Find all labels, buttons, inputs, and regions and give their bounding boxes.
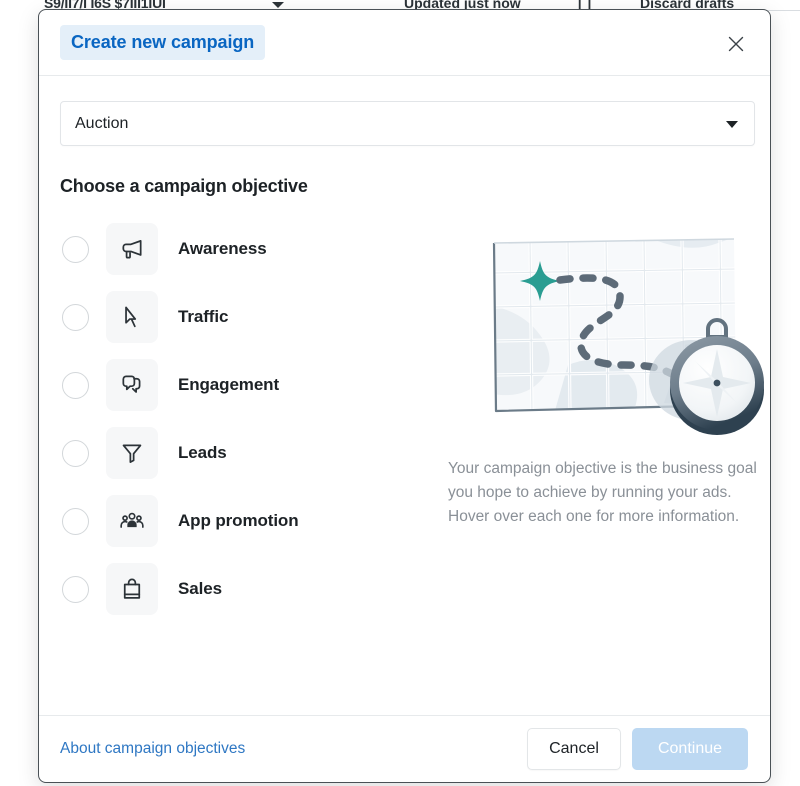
objective-help-text: Your campaign objective is the business …	[448, 460, 757, 525]
modal-header: Create new campaign	[39, 10, 770, 76]
objective-content: Awareness Traffic Engagement Leads App p…	[60, 215, 764, 623]
footer-actions: Cancel Continue	[527, 728, 748, 770]
objective-label: Engagement	[178, 375, 280, 394]
objective-row-app-promotion[interactable]: App promotion	[60, 487, 420, 555]
radio-leads[interactable]	[62, 439, 89, 467]
funnel-icon	[119, 440, 145, 466]
caret-down-icon	[272, 2, 284, 8]
section-title: Choose a campaign objective	[60, 176, 308, 196]
auction-select-value: Auction	[75, 114, 129, 132]
objective-list: Awareness Traffic Engagement Leads App p…	[60, 215, 420, 623]
objective-row-sales[interactable]: Sales	[60, 555, 420, 623]
chat-bubbles-icon-tile	[106, 359, 158, 411]
close-icon	[726, 34, 746, 54]
objective-label: Leads	[178, 443, 227, 462]
megaphone-icon-tile	[106, 223, 158, 275]
modal-footer: About campaign objectives Cancel Continu…	[39, 715, 770, 782]
chat-bubbles-icon	[119, 372, 145, 398]
objective-info-panel: Your campaign objective is the business …	[420, 215, 770, 623]
megaphone-icon	[119, 236, 145, 262]
cursor-icon	[119, 304, 145, 330]
objective-label: Awareness	[178, 239, 267, 258]
continue-button[interactable]: Continue	[632, 728, 748, 770]
about-campaign-objectives-link[interactable]: About campaign objectives	[60, 740, 245, 758]
cancel-button[interactable]: Cancel	[527, 728, 621, 770]
objective-row-engagement[interactable]: Engagement	[60, 351, 420, 419]
modal-title: Create new campaign	[60, 25, 266, 60]
map-with-compass-illustration	[446, 235, 770, 435]
people-icon	[119, 508, 145, 534]
radio-sales[interactable]	[62, 575, 89, 603]
auction-select-wrapper: Auction	[60, 101, 755, 146]
objective-row-traffic[interactable]: Traffic	[60, 283, 420, 351]
radio-awareness[interactable]	[62, 235, 89, 263]
auction-select[interactable]: Auction	[60, 101, 755, 146]
shopping-bag-icon-tile	[106, 563, 158, 615]
objective-label: App promotion	[178, 511, 299, 530]
radio-app-promotion[interactable]	[62, 507, 89, 535]
objective-label: Traffic	[178, 307, 229, 326]
create-campaign-modal: Create new campaign Auction Choose a cam…	[38, 9, 771, 783]
modal-body: Auction Choose a campaign objective Awar…	[39, 76, 770, 715]
objective-row-awareness[interactable]: Awareness	[60, 215, 420, 283]
radio-engagement[interactable]	[62, 371, 89, 399]
people-icon-tile	[106, 495, 158, 547]
radio-traffic[interactable]	[62, 303, 89, 331]
shopping-bag-icon	[119, 576, 145, 602]
objective-label: Sales	[178, 579, 222, 598]
cursor-icon-tile	[106, 291, 158, 343]
funnel-icon-tile	[106, 427, 158, 479]
objective-row-leads[interactable]: Leads	[60, 419, 420, 487]
close-button[interactable]	[720, 28, 752, 60]
